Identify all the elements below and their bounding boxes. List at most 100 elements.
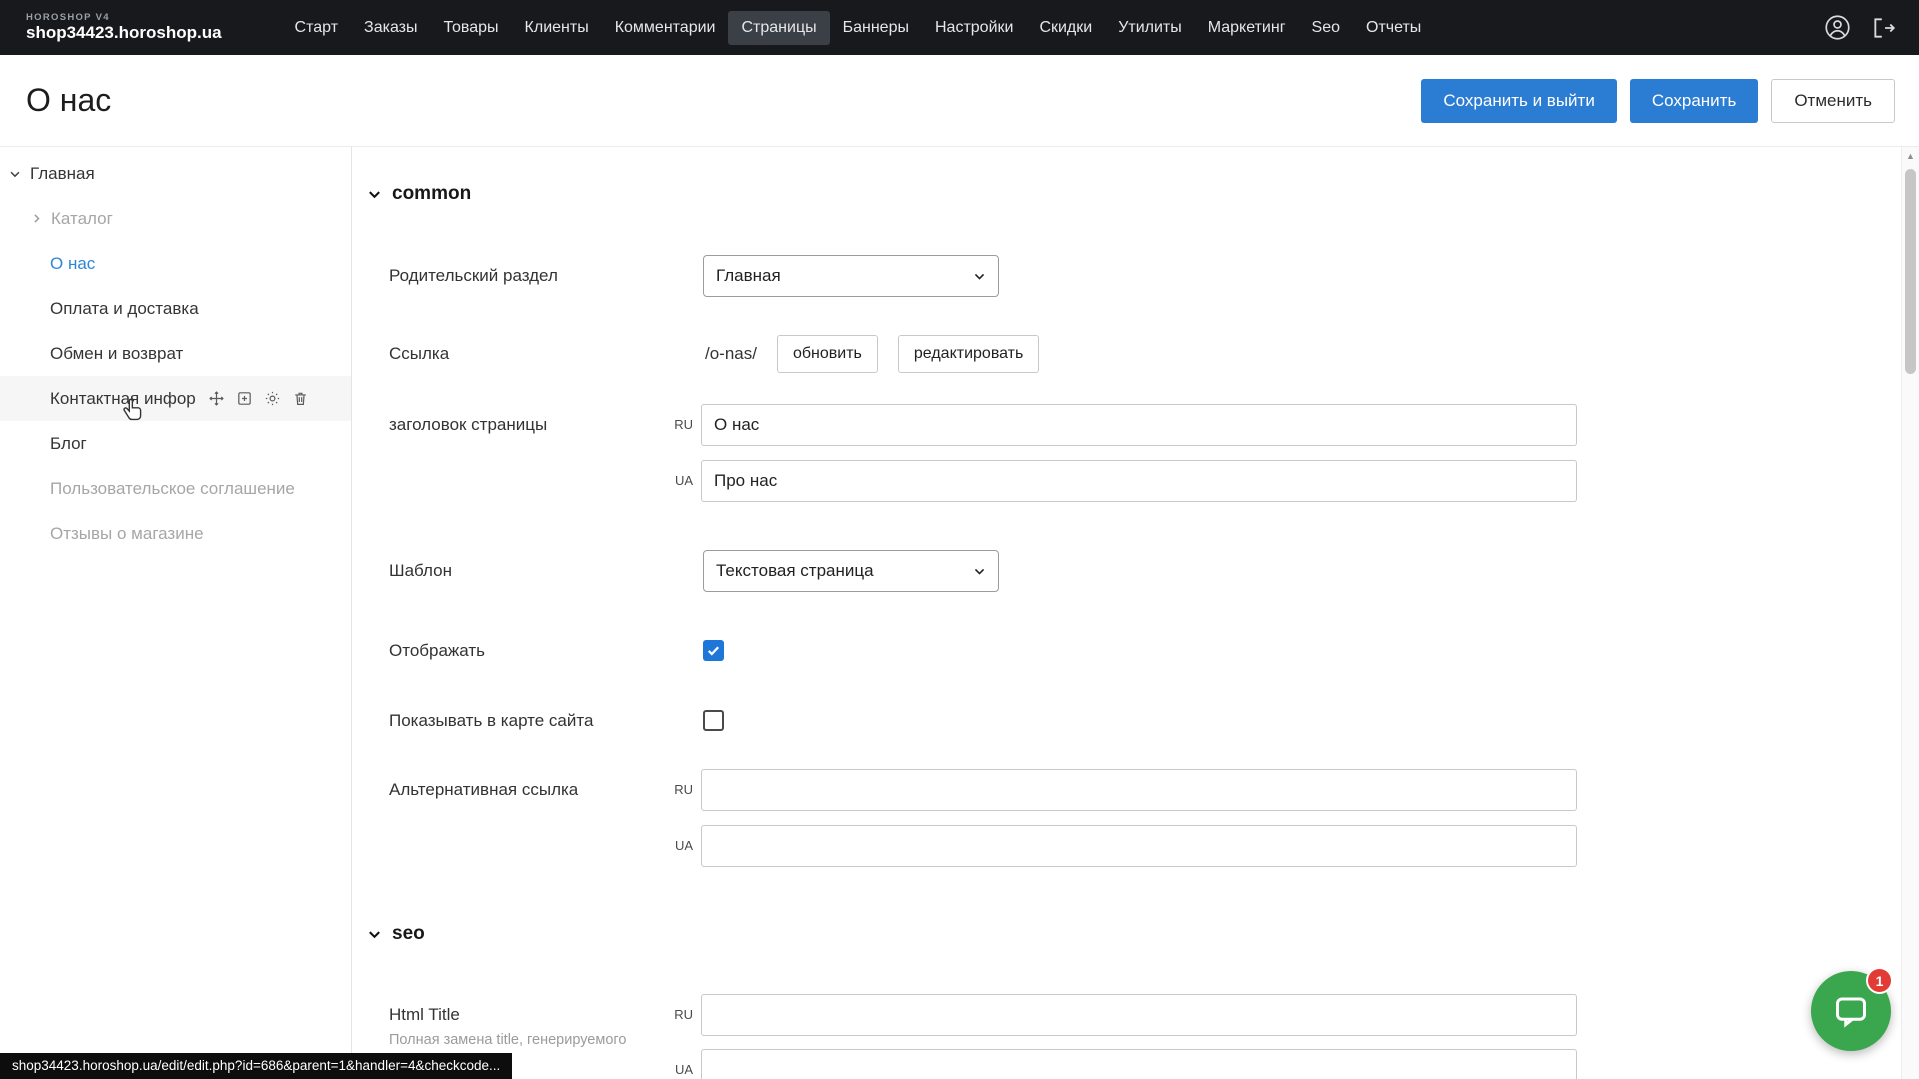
section-common-title: common <box>392 183 471 205</box>
move-icon[interactable] <box>208 390 225 407</box>
parent-section-value: Главная <box>716 266 781 286</box>
sidebar-item-label: Каталог <box>51 209 113 229</box>
link-value: /o-nas/ <box>705 344 757 364</box>
sidebar-item-label: Главная <box>30 164 95 184</box>
display-label: Отображать <box>389 630 485 672</box>
check-icon <box>706 643 721 658</box>
chevron-down-icon[interactable] <box>8 167 22 181</box>
menu-item-clients[interactable]: Клиенты <box>512 11 602 45</box>
field-html-title-ua: UA <box>353 1049 1901 1079</box>
menu-item-utilities[interactable]: Утилиты <box>1105 11 1195 45</box>
section-common-header[interactable]: common <box>367 183 471 205</box>
section-seo-title: seo <box>392 923 425 945</box>
lang-ua-badge: UA <box>649 460 693 502</box>
page-title: О нас <box>26 82 111 119</box>
body: Главная Каталог О нас Оплата и доставка … <box>0 147 1919 1079</box>
alt-link-input-ru[interactable] <box>701 769 1577 811</box>
sidebar-item-store-reviews[interactable]: Отзывы о магазине <box>0 511 351 556</box>
brand-domain: shop34423.horoshop.ua <box>26 23 222 42</box>
page-title-field-label: заголовок страницы <box>389 404 547 446</box>
link-preview-statusbar: shop34423.horoshop.ua/edit/edit.php?id=6… <box>0 1053 512 1079</box>
page-header: О нас Сохранить и выйти Сохранить Отмени… <box>0 55 1919 147</box>
chevron-down-icon <box>973 565 986 578</box>
sidebar-item-label: Отзывы о магазине <box>50 524 204 544</box>
field-page-title-ua: UA <box>353 460 1901 502</box>
app-root: HOROSHOP V4 shop34423.horoshop.ua Старт … <box>0 0 1919 1079</box>
topbar: HOROSHOP V4 shop34423.horoshop.ua Старт … <box>0 0 1919 55</box>
account-icon[interactable] <box>1824 14 1851 41</box>
alt-link-input-ua[interactable] <box>701 825 1577 867</box>
logout-icon[interactable] <box>1871 15 1897 41</box>
settings-gear-icon[interactable] <box>264 390 281 407</box>
section-seo-header[interactable]: seo <box>367 923 425 945</box>
sitemap-checkbox[interactable] <box>703 710 724 731</box>
menu-item-seo[interactable]: Seo <box>1299 11 1353 45</box>
chevron-down-icon <box>367 927 382 942</box>
menu-item-marketing[interactable]: Маркетинг <box>1195 11 1299 45</box>
field-page-title-ru: заголовок страницы RU <box>353 404 1901 446</box>
save-and-exit-button[interactable]: Сохранить и выйти <box>1421 79 1616 123</box>
link-edit-button[interactable]: редактировать <box>898 335 1039 373</box>
sidebar-item-payment-delivery[interactable]: Оплата и доставка <box>0 286 351 331</box>
chevron-down-icon <box>367 187 382 202</box>
field-html-title-ru: Html Title RU <box>353 994 1901 1036</box>
lang-ua-badge: UA <box>649 825 693 867</box>
sidebar-item-exchange-return[interactable]: Обмен и возврат <box>0 331 351 376</box>
pages-tree-sidebar: Главная Каталог О нас Оплата и доставка … <box>0 147 352 1079</box>
sidebar-item-label: Блог <box>50 434 87 454</box>
sidebar-item-catalog[interactable]: Каталог <box>0 196 351 241</box>
html-title-input-ua[interactable] <box>701 1049 1577 1079</box>
menu-item-settings[interactable]: Настройки <box>922 11 1026 45</box>
lang-ru-badge: RU <box>649 994 693 1036</box>
brand[interactable]: HOROSHOP V4 shop34423.horoshop.ua <box>26 13 222 43</box>
field-template: Шаблон Текстовая страница <box>353 550 1901 592</box>
link-label: Ссылка <box>389 333 449 375</box>
template-select[interactable]: Текстовая страница <box>703 550 999 592</box>
display-checkbox[interactable] <box>703 640 724 661</box>
sidebar-item-about[interactable]: О нас <box>0 241 351 286</box>
save-button[interactable]: Сохранить <box>1630 79 1758 123</box>
sidebar-item-label: Обмен и возврат <box>50 344 183 364</box>
sidebar-item-label: Оплата и доставка <box>50 299 199 319</box>
menu-item-banners[interactable]: Баннеры <box>830 11 922 45</box>
page-edit-form: common Родительский раздел Главная Ссылк… <box>353 147 1901 1079</box>
alt-link-label: Альтернативная ссылка <box>389 769 578 811</box>
chevron-right-icon[interactable] <box>30 212 43 225</box>
sidebar-item-contact-info[interactable]: Контактная инфор <box>0 376 351 421</box>
menu-item-pages[interactable]: Страницы <box>728 11 829 45</box>
add-icon[interactable] <box>236 390 253 407</box>
sidebar-item-label: Пользовательское соглашение <box>50 479 295 499</box>
menu-item-reports[interactable]: Отчеты <box>1353 11 1434 45</box>
scrollbar-up-arrow[interactable]: ▲ <box>1902 151 1919 161</box>
cancel-button[interactable]: Отменить <box>1771 79 1895 123</box>
tree-row-actions <box>208 390 309 407</box>
topbar-right <box>1824 14 1897 41</box>
html-title-label: Html Title <box>389 994 460 1036</box>
vertical-scrollbar[interactable]: ▲ <box>1901 147 1919 1079</box>
sidebar-item-user-agreement[interactable]: Пользовательское соглашение <box>0 466 351 511</box>
html-title-input-ru[interactable] <box>701 994 1577 1036</box>
sidebar-item-blog[interactable]: Блог <box>0 421 351 466</box>
link-refresh-button[interactable]: обновить <box>777 335 878 373</box>
sidebar-item-label: О нас <box>50 254 95 274</box>
chat-launcher-button[interactable]: 1 <box>1811 971 1891 1051</box>
sitemap-label: Показывать в карте сайта <box>389 700 593 742</box>
menu-item-products[interactable]: Товары <box>431 11 512 45</box>
field-sitemap: Показывать в карте сайта <box>353 700 1901 742</box>
menu-item-discounts[interactable]: Скидки <box>1026 11 1105 45</box>
menu-item-orders[interactable]: Заказы <box>351 11 430 45</box>
delete-trash-icon[interactable] <box>292 390 309 407</box>
sidebar-item-home[interactable]: Главная <box>0 151 351 196</box>
menu-item-comments[interactable]: Комментарии <box>602 11 729 45</box>
page-title-input-ua[interactable] <box>701 460 1577 502</box>
brand-version: HOROSHOP V4 <box>26 13 222 24</box>
template-value: Текстовая страница <box>716 561 874 581</box>
lang-ru-badge: RU <box>649 404 693 446</box>
chat-notification-badge: 1 <box>1866 967 1893 994</box>
page-title-input-ru[interactable] <box>701 404 1577 446</box>
field-link: Ссылка /o-nas/ обновить редактировать <box>353 333 1901 375</box>
scrollbar-thumb[interactable] <box>1905 169 1916 374</box>
field-alt-link-ua: UA <box>353 825 1901 867</box>
menu-item-start[interactable]: Старт <box>282 11 351 45</box>
parent-section-select[interactable]: Главная <box>703 255 999 297</box>
